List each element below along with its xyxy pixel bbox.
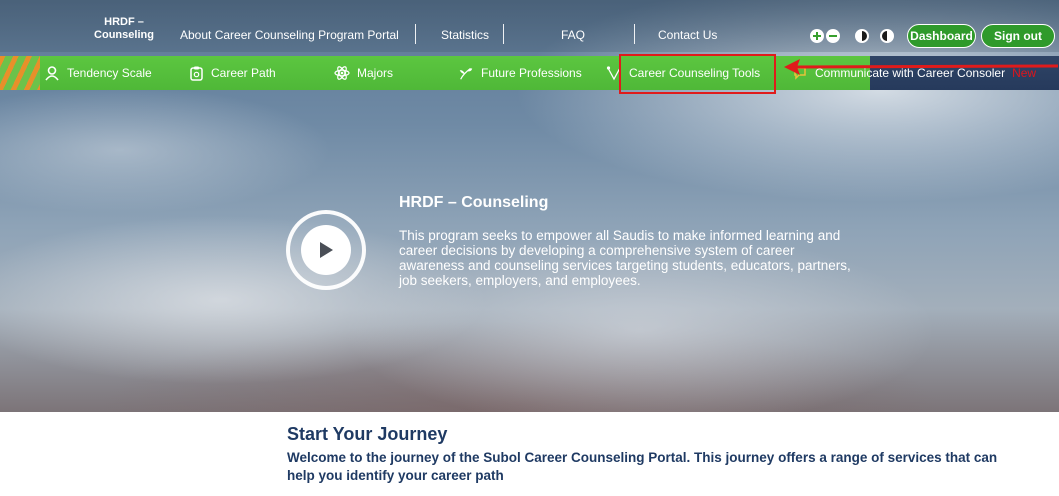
hero-title: HRDF – Counseling [399, 194, 549, 211]
faq-link[interactable]: FAQ [561, 28, 585, 42]
sign-out-button[interactable]: Sign out [981, 24, 1055, 48]
plant-icon [458, 65, 474, 81]
nav-tendency-scale[interactable]: Tendency Scale [44, 56, 152, 90]
annotation-arrow [784, 59, 1059, 75]
tools-highlight-box [619, 54, 776, 94]
brand-logo-text[interactable]: HRDF – Counseling [86, 16, 162, 42]
contrast-controls [855, 27, 869, 45]
contact-us-link[interactable]: Contact Us [658, 28, 717, 42]
statistics-link[interactable]: Statistics [441, 28, 489, 42]
contrast-controls-2 [880, 27, 894, 45]
nav-label: Tendency Scale [67, 66, 152, 80]
contrast-invert-icon[interactable] [880, 29, 894, 43]
clipboard-icon [188, 65, 204, 81]
zoom-out-icon[interactable] [826, 29, 840, 43]
divider [415, 24, 416, 44]
nav-label: Majors [357, 66, 394, 80]
play-video-button[interactable] [286, 210, 366, 290]
nav-decoration [0, 56, 40, 90]
play-icon [301, 225, 351, 275]
about-link[interactable]: About Career Counseling Program Portal [180, 28, 399, 42]
nav-career-path[interactable]: Career Path [188, 56, 276, 90]
divider [634, 24, 635, 44]
dashboard-button[interactable]: Dashboard [907, 24, 976, 48]
nav-label: Future Professions [481, 66, 582, 80]
person-icon [44, 65, 60, 81]
journey-description: Welcome to the journey of the Subol Care… [287, 450, 998, 483]
nav-majors[interactable]: Majors [334, 56, 393, 90]
contrast-icon[interactable] [855, 29, 869, 43]
nav-future-professions[interactable]: Future Professions [458, 56, 582, 90]
journey-title: Start Your Journey [287, 424, 448, 444]
atom-icon [334, 65, 350, 81]
zoom-in-icon[interactable] [810, 29, 824, 43]
nav-label: Career Path [211, 66, 276, 80]
hero-description: This program seeks to empower all Saudis… [399, 228, 851, 288]
accessibility-controls [810, 27, 840, 45]
divider [503, 24, 504, 44]
